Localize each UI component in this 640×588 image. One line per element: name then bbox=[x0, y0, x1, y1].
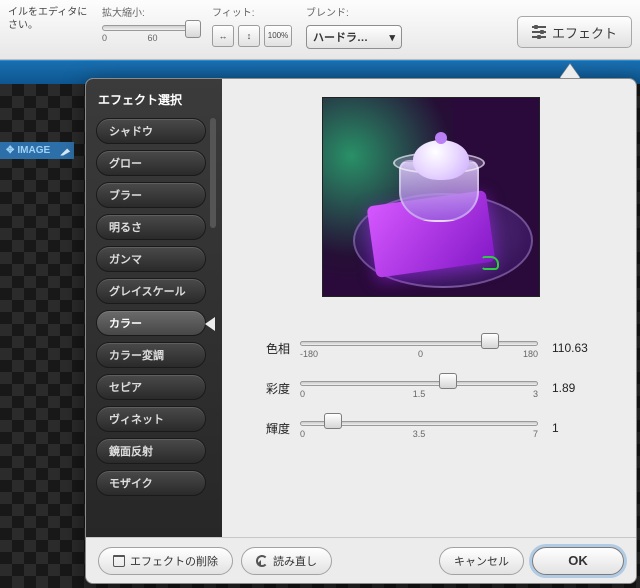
param-value: 1 bbox=[552, 421, 612, 435]
param-thumb[interactable] bbox=[481, 333, 499, 349]
effect-list[interactable]: シャドウグローブラー明るさガンマグレイスケールカラーカラー変調セピアヴィネット鏡… bbox=[96, 118, 216, 531]
image-badge-edit[interactable] bbox=[56, 142, 74, 159]
param-min: 0 bbox=[300, 429, 305, 439]
param-label: 色相 bbox=[250, 340, 290, 357]
dialog-title: エフェクト選択 bbox=[98, 91, 216, 108]
effect-content: 色相 -180 0 180 110.63 彩度 0 1.5 3 1.89 輝度 0 3.5 7 1 bbox=[222, 79, 636, 537]
ok-button[interactable]: OK bbox=[532, 547, 624, 575]
undo-icon bbox=[256, 555, 268, 567]
param-value: 110.63 bbox=[552, 341, 612, 355]
param-row-0: 色相 -180 0 180 110.63 bbox=[250, 337, 612, 359]
effect-item-9[interactable]: ヴィネット bbox=[96, 406, 206, 432]
move-icon: ✥ bbox=[6, 145, 14, 156]
blend-group: ブレンド: ハードラ… ▾ bbox=[306, 4, 402, 49]
fit-label: フィット: bbox=[212, 4, 292, 19]
effect-item-6[interactable]: カラー bbox=[96, 310, 206, 336]
effect-item-8[interactable]: セピア bbox=[96, 374, 206, 400]
param-mid: 3.5 bbox=[413, 429, 426, 439]
effect-item-10[interactable]: 鏡面反射 bbox=[96, 438, 206, 464]
param-max: 7 bbox=[533, 429, 538, 439]
hint-text: イルをエディタにさい。 bbox=[8, 4, 88, 32]
image-badge-move[interactable]: ✥ IMAGE bbox=[0, 142, 56, 159]
param-slider[interactable] bbox=[300, 381, 538, 386]
effect-item-5[interactable]: グレイスケール bbox=[96, 278, 206, 304]
param-row-1: 彩度 0 1.5 3 1.89 bbox=[250, 377, 612, 399]
ok-label: OK bbox=[568, 553, 588, 568]
effect-item-4[interactable]: ガンマ bbox=[96, 246, 206, 272]
trash-icon bbox=[113, 555, 125, 567]
zoom-100pct-button[interactable]: 100% bbox=[264, 25, 292, 47]
chevron-down-icon: ▾ bbox=[389, 31, 395, 44]
param-mid: 1.5 bbox=[413, 389, 426, 399]
param-max: 3 bbox=[533, 389, 538, 399]
dialog-footer: エフェクトの削除 読み直し キャンセル OK bbox=[86, 537, 636, 583]
param-mid: 0 bbox=[418, 349, 423, 359]
sidebar-scrollbar[interactable] bbox=[210, 118, 216, 228]
param-slider[interactable] bbox=[300, 341, 538, 346]
blend-label: ブレンド: bbox=[306, 4, 402, 19]
param-min: -180 bbox=[300, 349, 318, 359]
effect-item-1[interactable]: グロー bbox=[96, 150, 206, 176]
effect-item-7[interactable]: カラー変調 bbox=[96, 342, 206, 368]
zoom-min: 0 bbox=[102, 33, 107, 43]
zoom-label: 拡大縮小: bbox=[102, 4, 198, 19]
sliders-icon bbox=[532, 26, 546, 38]
top-toolbar: イルをエディタにさい。 拡大縮小: 0 60 フィット: ↔ ↕ 100% ブレ… bbox=[0, 0, 640, 60]
param-label: 輝度 bbox=[250, 420, 290, 437]
effect-item-2[interactable]: ブラー bbox=[96, 182, 206, 208]
effect-item-3[interactable]: 明るさ bbox=[96, 214, 206, 240]
zoom-slider[interactable] bbox=[102, 25, 198, 31]
dialog-pointer bbox=[560, 64, 580, 78]
delete-effect-label: エフェクトの削除 bbox=[130, 553, 218, 569]
zoom-mid: 60 bbox=[148, 33, 158, 43]
fit-vertical-button[interactable]: ↕ bbox=[238, 25, 260, 47]
effect-button-label: エフェクト bbox=[552, 23, 617, 42]
effect-item-0[interactable]: シャドウ bbox=[96, 118, 206, 144]
param-max: 180 bbox=[523, 349, 538, 359]
param-thumb[interactable] bbox=[324, 413, 342, 429]
param-slider[interactable] bbox=[300, 421, 538, 426]
reset-label: 読み直し bbox=[273, 553, 317, 569]
zoom-group: 拡大縮小: 0 60 bbox=[102, 4, 198, 43]
cancel-label: キャンセル bbox=[454, 553, 509, 569]
cancel-button[interactable]: キャンセル bbox=[439, 547, 524, 575]
blend-value: ハードラ… bbox=[313, 29, 368, 45]
zoom-thumb[interactable] bbox=[185, 20, 201, 38]
param-thumb[interactable] bbox=[439, 373, 457, 389]
effect-sidebar: エフェクト選択 シャドウグローブラー明るさガンマグレイスケールカラーカラー変調セ… bbox=[86, 79, 222, 537]
param-value: 1.89 bbox=[552, 381, 612, 395]
fit-horizontal-button[interactable]: ↔ bbox=[212, 25, 234, 47]
pen-icon bbox=[60, 146, 70, 156]
fit-group: フィット: ↔ ↕ 100% bbox=[212, 4, 292, 47]
blend-mode-select[interactable]: ハードラ… ▾ bbox=[306, 25, 402, 49]
reset-button[interactable]: 読み直し bbox=[241, 547, 332, 575]
param-min: 0 bbox=[300, 389, 305, 399]
image-badge[interactable]: ✥ IMAGE bbox=[0, 142, 74, 159]
effect-item-11[interactable]: モザイク bbox=[96, 470, 206, 496]
param-label: 彩度 bbox=[250, 380, 290, 397]
effect-preview bbox=[322, 97, 540, 297]
delete-effect-button[interactable]: エフェクトの削除 bbox=[98, 547, 233, 575]
effect-dialog: エフェクト選択 シャドウグローブラー明るさガンマグレイスケールカラーカラー変調セ… bbox=[85, 78, 637, 584]
effect-button[interactable]: エフェクト bbox=[517, 16, 632, 48]
image-badge-text: IMAGE bbox=[17, 145, 50, 156]
param-row-2: 輝度 0 3.5 7 1 bbox=[250, 417, 612, 439]
